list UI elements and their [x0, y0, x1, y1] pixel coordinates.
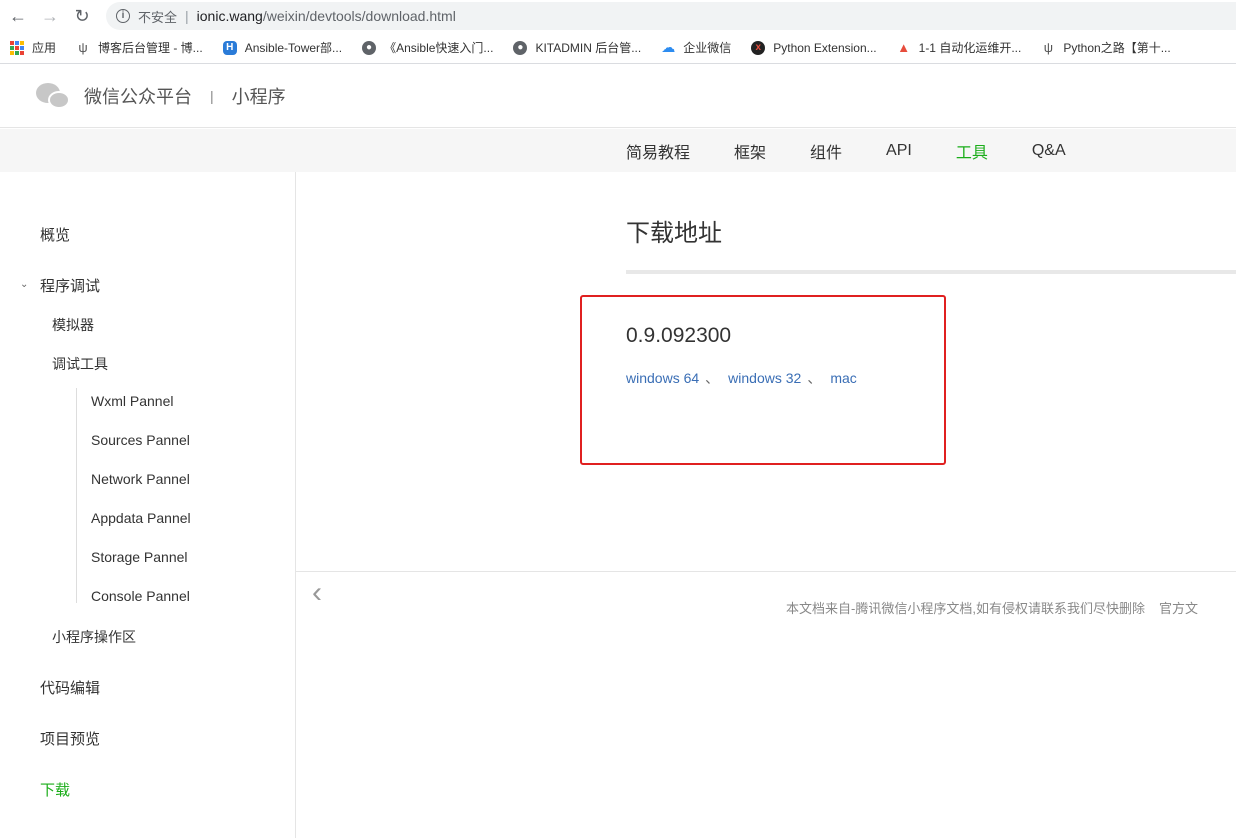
- nav-tutorial[interactable]: 简易教程: [626, 139, 690, 163]
- sidebar-item-appdata-pannel[interactable]: Appdata Pannel: [91, 510, 191, 526]
- sidebar-item-debug[interactable]: 程序调试: [40, 275, 100, 296]
- official-docs-link[interactable]: 官方文: [1159, 601, 1198, 616]
- address-bar[interactable]: i 不安全 | ionic.wang/weixin/devtools/downl…: [106, 2, 1236, 30]
- download-mac-link[interactable]: mac: [830, 370, 856, 386]
- url-path: /weixin/devtools/download.html: [262, 8, 456, 24]
- bookmark-ansible-guide[interactable]: ● 《Ansible快速入门...: [362, 39, 493, 56]
- bookmark-label: 1-1 自动化运维开...: [918, 41, 1022, 55]
- sidebar-item-console-pannel[interactable]: Console Pannel: [91, 588, 190, 604]
- globe-icon: ●: [362, 40, 377, 55]
- wechat-logo-icon[interactable]: [36, 81, 70, 111]
- hexagon-h-icon: H: [222, 40, 237, 55]
- chevron-down-icon[interactable]: ⌄: [20, 279, 28, 290]
- blog-icon: ψ: [1043, 40, 1053, 55]
- bookmark-label: 《Ansible快速入门...: [384, 41, 494, 55]
- info-icon[interactable]: i: [116, 9, 130, 23]
- brand-name[interactable]: 微信公众平台: [84, 83, 192, 109]
- page-title: 下载地址: [626, 220, 722, 247]
- sidebar-item-storage-pannel[interactable]: Storage Pannel: [91, 549, 188, 565]
- nav-tools[interactable]: 工具: [956, 139, 988, 163]
- sidebar-item-wxml-pannel[interactable]: Wxml Pannel: [91, 393, 173, 409]
- top-navigation: 简易教程 框架 组件 API 工具 Q&A: [0, 129, 1236, 172]
- bookmark-python-extension[interactable]: x Python Extension...: [751, 40, 877, 55]
- bookmark-label: Ansible-Tower部...: [244, 41, 343, 55]
- footer-notice: 本文档来自-腾讯微信小程序文档,如有侵权请联系我们尽快删除 官方文: [786, 598, 1198, 617]
- bookmark-label: 应用: [32, 41, 57, 55]
- sidebar-item-project-preview[interactable]: 项目预览: [40, 728, 100, 749]
- url-divider: |: [185, 8, 189, 24]
- chevron-left-icon[interactable]: ‹: [312, 576, 322, 610]
- nav-qa[interactable]: Q&A: [1032, 142, 1066, 160]
- bookmark-label: Python Extension...: [773, 40, 877, 55]
- download-links: windows 64 、 windows 32 、 mac: [626, 368, 857, 388]
- download-windows-64-link[interactable]: windows 64: [626, 370, 699, 386]
- bookmark-label: 博客后台管理 - 博...: [98, 41, 203, 55]
- x-badge-icon: x: [751, 40, 766, 55]
- bookmark-python-road[interactable]: ψ Python之路【第十...: [1041, 39, 1171, 56]
- sidebar-item-simulator[interactable]: 模拟器: [52, 315, 94, 335]
- copyright-notice: 本文档来自-腾讯微信小程序文档,如有侵权请联系我们尽快删除: [786, 601, 1145, 616]
- title-divider: [626, 270, 1236, 274]
- url-host: ionic.wang: [196, 8, 263, 24]
- flame-icon: ▲: [897, 40, 911, 55]
- reload-icon[interactable]: ↻: [66, 0, 98, 32]
- browser-toolbar: ← → ↻ i 不安全 | ionic.wang/weixin/devtools…: [0, 0, 1236, 32]
- sidebar-item-operation-area[interactable]: 小程序操作区: [52, 627, 136, 647]
- bookmark-ansible-tower[interactable]: H Ansible-Tower部...: [222, 39, 343, 56]
- sidebar-item-debug-tools[interactable]: 调试工具: [52, 354, 108, 374]
- link-separator: 、: [807, 370, 822, 386]
- download-windows-32-link[interactable]: windows 32: [728, 370, 801, 386]
- sidebar-item-download[interactable]: 下载: [40, 779, 70, 800]
- bookmark-label: 企业微信: [683, 41, 732, 55]
- tree-guide-line: [76, 388, 77, 603]
- bookmark-wecom[interactable]: ☁ 企业微信: [661, 39, 731, 56]
- sidebar: 概览 ⌄ 程序调试 模拟器 调试工具 Wxml Pannel Sources P…: [0, 172, 296, 838]
- sidebar-item-network-pannel[interactable]: Network Pannel: [91, 471, 190, 487]
- back-arrow-icon[interactable]: ←: [2, 0, 34, 32]
- apps-icon: [10, 40, 24, 55]
- nav-components[interactable]: 组件: [810, 139, 842, 163]
- bookmark-label: Python之路【第十...: [1063, 41, 1171, 55]
- sidebar-item-overview[interactable]: 概览: [40, 224, 70, 245]
- footer-divider: [296, 571, 1236, 572]
- version-number: 0.9.092300: [626, 324, 732, 347]
- bookmark-apps[interactable]: 应用: [10, 39, 56, 56]
- globe-icon: ●: [513, 40, 528, 55]
- bookmarks-bar: 应用 ψ 博客后台管理 - 博... H Ansible-Tower部... ●…: [0, 32, 1236, 64]
- sidebar-item-code-edit[interactable]: 代码编辑: [40, 677, 100, 698]
- brand-subtitle[interactable]: 小程序: [232, 83, 286, 109]
- forward-arrow-icon[interactable]: →: [34, 0, 66, 32]
- nav-framework[interactable]: 框架: [734, 139, 766, 163]
- insecure-label: 不安全: [138, 9, 178, 25]
- brand-separator: |: [210, 88, 214, 104]
- bookmark-label: KITADMIN 后台管...: [535, 41, 642, 55]
- site-header: 微信公众平台 | 小程序: [0, 65, 1236, 128]
- bookmark-automation[interactable]: ▲ 1-1 自动化运维开...: [897, 39, 1022, 56]
- blog-icon: ψ: [78, 40, 88, 55]
- link-separator: 、: [705, 370, 720, 386]
- nav-api[interactable]: API: [886, 142, 912, 160]
- sidebar-item-sources-pannel[interactable]: Sources Pannel: [91, 432, 190, 448]
- wecom-icon: ☁: [661, 39, 676, 55]
- bookmark-kitadmin[interactable]: ● KITADMIN 后台管...: [513, 39, 641, 56]
- bookmark-blog-admin[interactable]: ψ 博客后台管理 - 博...: [76, 39, 203, 56]
